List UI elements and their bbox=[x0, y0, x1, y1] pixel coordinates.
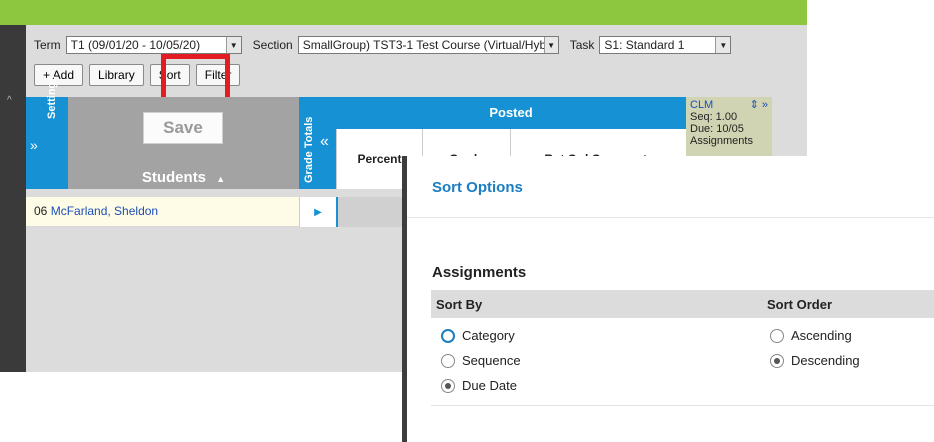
students-header: Save Students ▲ bbox=[68, 97, 299, 189]
section-label: Section bbox=[252, 38, 293, 52]
left-panel-strip: ^ bbox=[0, 25, 26, 372]
sort-toggle-icon[interactable]: ⇕ » bbox=[750, 99, 768, 111]
save-button[interactable]: Save bbox=[143, 112, 223, 144]
term-select[interactable]: T1 (09/01/20 - 10/05/20) ▼ bbox=[65, 36, 242, 54]
sort-order-descending-option[interactable]: Descending bbox=[770, 353, 860, 368]
category-label: Category bbox=[462, 328, 515, 343]
ascending-label: Ascending bbox=[791, 328, 852, 343]
assignment-category: Assignments bbox=[690, 135, 753, 147]
expand-right-icon[interactable]: » bbox=[30, 137, 38, 153]
dropdown-arrow-icon[interactable]: ▼ bbox=[225, 37, 241, 53]
assignment-due: Due: 10/05 bbox=[690, 123, 744, 135]
dialog-title: Sort Options bbox=[432, 179, 523, 196]
sequence-label: Sequence bbox=[462, 353, 521, 368]
task-label: Task bbox=[569, 38, 595, 52]
divider bbox=[431, 405, 934, 406]
sort-by-due-date-option[interactable]: Due Date bbox=[441, 378, 517, 393]
ascending-radio[interactable] bbox=[770, 328, 784, 343]
student-number: 06 bbox=[34, 204, 48, 218]
add-button[interactable]: + Add bbox=[34, 64, 84, 86]
assignment-seq: Seq: 1.00 bbox=[690, 111, 738, 123]
task-select[interactable]: S1: Standard 1 ▼ bbox=[599, 36, 732, 54]
table-row: 06 McFarland, Sheldon bbox=[26, 197, 299, 227]
top-bar bbox=[0, 0, 807, 25]
descending-label: Descending bbox=[791, 353, 860, 368]
term-label: Term bbox=[34, 38, 61, 52]
sort-options-dialog: Sort Options Assignments Sort By Sort Or… bbox=[402, 156, 934, 442]
sort-by-category-option[interactable]: Category bbox=[441, 328, 515, 343]
settings-tab[interactable]: Settings » bbox=[26, 76, 68, 189]
dropdown-arrow-icon[interactable]: ▼ bbox=[715, 37, 731, 53]
descending-radio[interactable] bbox=[770, 353, 784, 368]
sort-by-sequence-option[interactable]: Sequence bbox=[441, 353, 521, 368]
due-date-radio[interactable] bbox=[441, 378, 455, 393]
assignment-name[interactable]: CLM bbox=[690, 99, 713, 111]
settings-tab-label: Settings bbox=[46, 75, 58, 119]
task-select-value: S1: Standard 1 bbox=[604, 38, 685, 52]
sort-by-header: Sort By bbox=[436, 297, 483, 312]
sort-ascending-icon: ▲ bbox=[216, 174, 226, 184]
student-entry: 06 McFarland, Sheldon bbox=[34, 204, 158, 218]
section-select-value: SmallGroup) TST3-1 Test Course (Virtual/… bbox=[302, 38, 544, 52]
sort-order-header: Sort Order bbox=[767, 297, 833, 312]
term-select-value: T1 (09/01/20 - 10/05/20) bbox=[70, 38, 201, 52]
sort-columns-header: Sort By Sort Order bbox=[431, 290, 934, 318]
sort-highlight-box bbox=[161, 54, 230, 102]
library-button[interactable]: Library bbox=[89, 64, 144, 86]
students-header-label: Students bbox=[141, 169, 207, 186]
due-date-label: Due Date bbox=[462, 378, 517, 393]
category-radio[interactable] bbox=[441, 328, 455, 343]
student-name-link[interactable]: McFarland, Sheldon bbox=[51, 204, 158, 218]
filter-toolbar: Term T1 (09/01/20 - 10/05/20) ▼ Section … bbox=[34, 35, 732, 55]
grade-totals-tab[interactable]: Grade Totals « bbox=[299, 97, 336, 189]
collapse-up-icon[interactable]: ^ bbox=[7, 95, 12, 106]
assignments-section-title: Assignments bbox=[432, 264, 527, 281]
dropdown-arrow-icon[interactable]: ▼ bbox=[543, 37, 558, 53]
students-column-header[interactable]: Students ▲ bbox=[68, 169, 299, 186]
divider bbox=[407, 217, 934, 218]
row-expand-icon[interactable]: ▶ bbox=[299, 197, 336, 227]
sort-order-ascending-option[interactable]: Ascending bbox=[770, 328, 852, 343]
grade-totals-label: Grade Totals bbox=[303, 116, 315, 183]
collapse-left-icon[interactable]: « bbox=[320, 133, 329, 151]
sequence-radio[interactable] bbox=[441, 353, 455, 368]
section-select[interactable]: SmallGroup) TST3-1 Test Course (Virtual/… bbox=[297, 36, 559, 54]
posted-header: Posted bbox=[336, 97, 686, 129]
